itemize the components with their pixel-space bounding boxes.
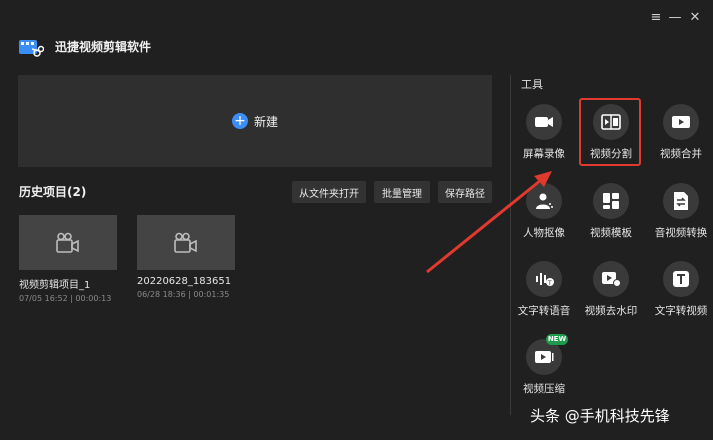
- watermark-text: 头条 @手机科技先锋: [530, 407, 670, 425]
- annotation-arrow: [426, 171, 552, 274]
